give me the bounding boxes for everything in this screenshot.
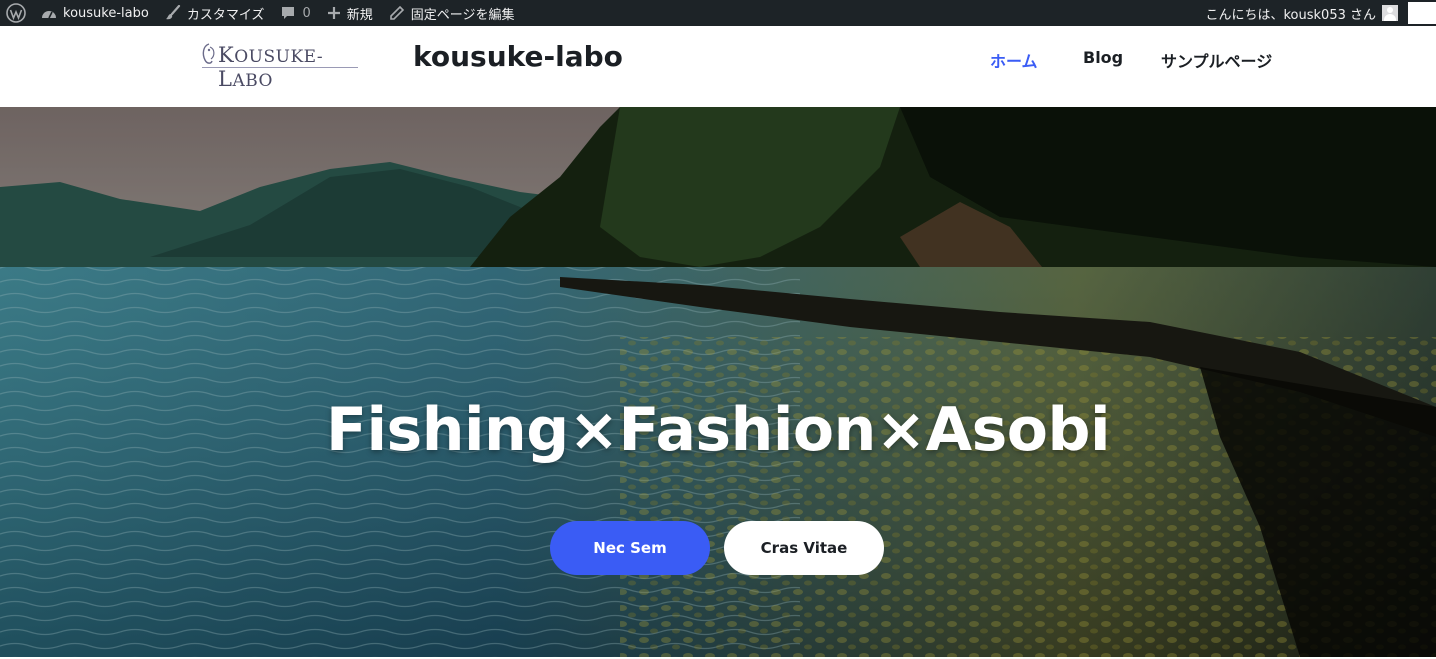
admin-edit-page-label: 固定ページを編集 — [410, 7, 515, 23]
nav-item-sample-page[interactable]: サンプルページ — [1161, 48, 1272, 72]
admin-bar: kousuke-labo カスタマイズ 0 新規 固定ページを編集 こんにちは、… — [0, 0, 1436, 26]
hero-section: Fishing×Fashion×Asobi Nec Sem Cras Vitae — [0, 107, 1436, 657]
site-header: KOUSUKE-LABO kousuke-labo ホーム Blog サンプルペ… — [0, 26, 1436, 107]
admin-new-label: 新規 — [346, 7, 373, 23]
main-navigation: ホーム Blog サンプルページ — [0, 48, 1436, 72]
plus-icon — [327, 6, 341, 20]
admin-user-greeting[interactable]: こんにちは、kousk053 さん — [1197, 4, 1382, 23]
pencil-icon — [389, 5, 405, 21]
admin-comments-count: 0 — [302, 5, 311, 21]
admin-customize-label: カスタマイズ — [186, 7, 265, 23]
paintbrush-icon — [165, 5, 181, 21]
admin-edit-page-link[interactable]: 固定ページを編集 — [381, 0, 523, 26]
nav-item-home[interactable]: ホーム — [990, 48, 1038, 72]
admin-customize-link[interactable]: カスタマイズ — [157, 0, 273, 26]
admin-new-link[interactable]: 新規 — [319, 0, 381, 26]
dashboard-icon — [41, 6, 57, 20]
admin-comments-link[interactable]: 0 — [272, 0, 318, 26]
admin-bar-extra-box — [1408, 2, 1436, 24]
hero-title: Fishing×Fashion×Asobi — [325, 395, 1111, 465]
hero-primary-button[interactable]: Nec Sem — [550, 521, 710, 575]
hero-overlay — [0, 107, 1436, 657]
avatar[interactable] — [1382, 5, 1398, 21]
hero-secondary-button[interactable]: Cras Vitae — [724, 521, 884, 575]
wordpress-logo-icon[interactable] — [0, 0, 33, 26]
comment-icon — [280, 5, 296, 21]
admin-site-name: kousuke-labo — [63, 5, 149, 21]
logo-word-abo: ABO — [232, 71, 273, 91]
admin-site-link[interactable]: kousuke-labo — [33, 0, 157, 26]
nav-item-blog[interactable]: Blog — [1083, 48, 1123, 67]
